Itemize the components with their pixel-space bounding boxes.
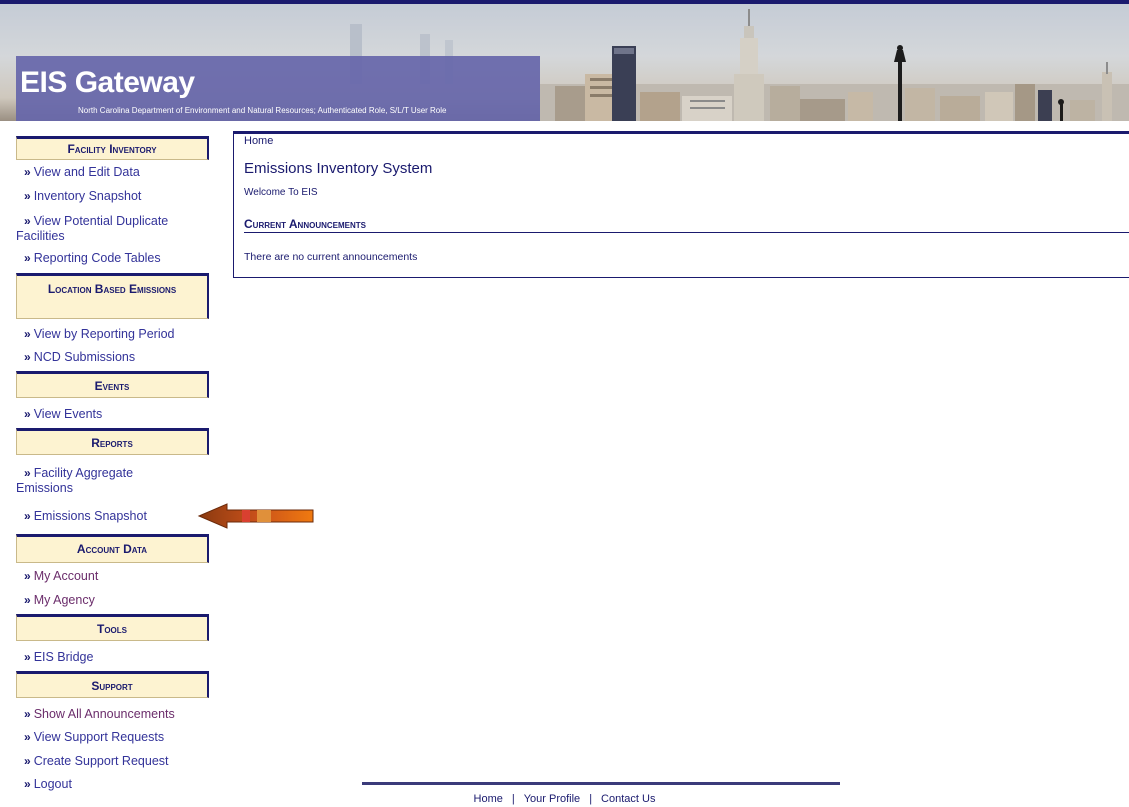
section-label: Account Data bbox=[76, 542, 148, 556]
nav-facility-aggregate-emissions[interactable]: » Facility Aggregate Emissions bbox=[16, 466, 191, 496]
nav-view-events[interactable]: » View Events bbox=[16, 407, 212, 422]
nav-my-agency[interactable]: » My Agency bbox=[16, 593, 212, 608]
nav-view-support-requests[interactable]: » View Support Requests bbox=[16, 730, 212, 745]
nav-logout[interactable]: » Logout bbox=[16, 777, 212, 792]
footer-links: Home | Your Profile | Contact Us bbox=[0, 793, 1129, 805]
footer-separator: | bbox=[589, 793, 593, 805]
nav-inventory-snapshot[interactable]: » Inventory Snapshot bbox=[16, 189, 212, 204]
footer-link-home[interactable]: Home bbox=[474, 793, 503, 805]
section-label: Support bbox=[91, 679, 133, 693]
section-label: Reports bbox=[91, 436, 133, 450]
nav-create-support-request[interactable]: » Create Support Request bbox=[16, 754, 212, 769]
main-content: Home Emissions Inventory System Welcome … bbox=[233, 131, 1129, 278]
bullet-icon: » bbox=[24, 569, 31, 583]
bullet-icon: » bbox=[24, 754, 31, 768]
nav-view-potential-duplicate-facilities[interactable]: » View Potential Duplicate Facilities bbox=[16, 214, 191, 244]
page-title: Emissions Inventory System bbox=[244, 160, 433, 177]
bullet-icon: » bbox=[24, 350, 31, 364]
section-support: Support bbox=[16, 671, 209, 698]
welcome-text: Welcome To EIS bbox=[244, 187, 318, 198]
bullet-icon: » bbox=[24, 214, 31, 228]
bullet-icon: » bbox=[24, 407, 31, 421]
bullet-icon: » bbox=[24, 189, 31, 203]
footer-separator: | bbox=[511, 793, 515, 805]
bullet-icon: » bbox=[24, 777, 31, 791]
nav-reporting-code-tables[interactable]: » Reporting Code Tables bbox=[16, 251, 212, 266]
section-reports: Reports bbox=[16, 428, 209, 455]
announcements-heading: Current Announcements bbox=[244, 217, 1129, 233]
footer-link-your-profile[interactable]: Your Profile bbox=[524, 793, 580, 805]
banner-title-box: EIS Gateway North Carolina Department of… bbox=[16, 56, 540, 121]
bullet-icon: » bbox=[24, 650, 31, 664]
announcements-empty-message: There are no current announcements bbox=[244, 251, 418, 263]
section-events: Events bbox=[16, 371, 209, 398]
footer-link-contact-us[interactable]: Contact Us bbox=[601, 793, 655, 805]
bullet-icon: » bbox=[24, 466, 31, 480]
section-label: Events bbox=[94, 379, 130, 393]
nav-view-and-edit-data[interactable]: » View and Edit Data bbox=[16, 165, 212, 180]
nav-show-all-announcements[interactable]: » Show All Announcements bbox=[16, 707, 212, 722]
section-location-based-emissions: Location Based Emissions bbox=[16, 273, 209, 319]
bullet-icon: » bbox=[24, 509, 31, 523]
bullet-icon: » bbox=[24, 165, 31, 179]
nav-view-by-reporting-period[interactable]: » View by Reporting Period bbox=[16, 327, 212, 342]
site-title: EIS Gateway bbox=[20, 66, 195, 99]
section-label: Facility Inventory bbox=[67, 142, 157, 156]
bullet-icon: » bbox=[24, 593, 31, 607]
footer-divider bbox=[362, 782, 840, 785]
section-facility-inventory: Facility Inventory bbox=[16, 136, 209, 160]
pointer-arrow-icon bbox=[197, 503, 314, 529]
nav-my-account[interactable]: » My Account bbox=[16, 569, 212, 584]
bullet-icon: » bbox=[24, 730, 31, 744]
breadcrumb-home[interactable]: Home bbox=[244, 135, 273, 147]
section-account-data: Account Data bbox=[16, 534, 209, 563]
bullet-icon: » bbox=[24, 707, 31, 721]
section-tools: Tools bbox=[16, 614, 209, 641]
section-label: Tools bbox=[97, 622, 127, 636]
nav-emissions-snapshot[interactable]: » Emissions Snapshot bbox=[16, 509, 212, 524]
site-subtitle: North Carolina Department of Environment… bbox=[78, 106, 447, 115]
section-label: Location Based Emissions bbox=[47, 282, 177, 296]
bullet-icon: » bbox=[24, 251, 31, 265]
nav-ncd-submissions[interactable]: » NCD Submissions bbox=[16, 350, 212, 365]
header-banner: EIS Gateway North Carolina Department of… bbox=[0, 0, 1129, 121]
bullet-icon: » bbox=[24, 327, 31, 341]
nav-eis-bridge[interactable]: » EIS Bridge bbox=[16, 650, 212, 665]
